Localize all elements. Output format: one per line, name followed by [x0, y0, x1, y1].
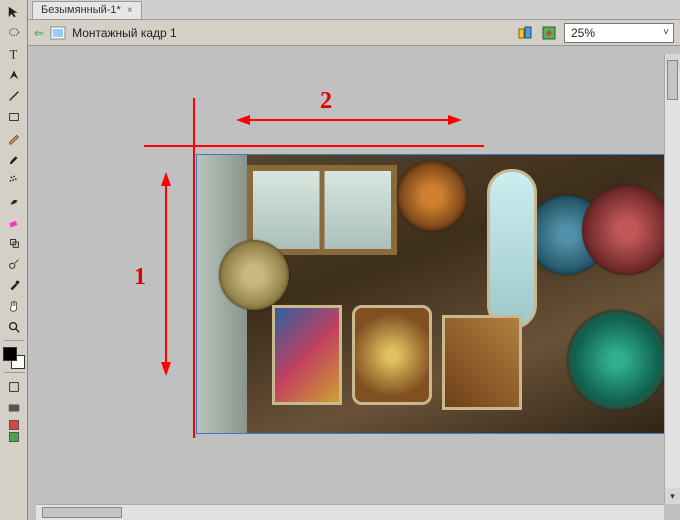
pen-tool[interactable] [3, 65, 25, 85]
close-tab-icon[interactable]: × [127, 5, 133, 16]
pencil-tool[interactable] [3, 128, 25, 148]
hand-tool[interactable] [3, 296, 25, 316]
rectangle-tool[interactable] [3, 107, 25, 127]
annotation-label-1: 1 [134, 264, 146, 291]
tool-separator [3, 372, 25, 374]
breadcrumb-label: Монтажный кадр 1 [72, 26, 177, 40]
document-tab-bar: Безымянный-1* × [28, 0, 680, 20]
move-tool[interactable] [3, 2, 25, 22]
vertical-scrollbar[interactable]: ▴ ▾ [664, 54, 680, 504]
brush-tool[interactable] [3, 149, 25, 169]
frame-icon [50, 26, 66, 40]
zoom-select[interactable]: 25% ˅ [564, 23, 674, 43]
screen-mode-full[interactable] [3, 398, 25, 418]
clone-tool[interactable] [3, 233, 25, 253]
canvas-viewport[interactable]: 1 2 [36, 54, 664, 504]
scroll-down-arrow[interactable]: ▾ [665, 488, 680, 504]
tool-panel: T [0, 0, 28, 520]
spray-tool[interactable] [3, 170, 25, 190]
options-bar: ⇐ Монтажный кадр 1 25% ˅ [28, 20, 680, 46]
view-options-icon[interactable] [540, 24, 558, 42]
zoom-tool[interactable] [3, 317, 25, 337]
dodge-tool[interactable] [3, 254, 25, 274]
color-swatches[interactable] [3, 347, 25, 369]
zoom-value: 25% [571, 26, 595, 40]
lasso-tool[interactable] [3, 23, 25, 43]
screen-mode-normal[interactable] [3, 377, 25, 397]
document-tab[interactable]: Безымянный-1* × [32, 1, 142, 19]
placed-image[interactable] [196, 154, 664, 434]
foreground-color-swatch[interactable] [3, 347, 17, 361]
quickmask-toggle[interactable] [3, 419, 25, 443]
line-tool[interactable] [3, 86, 25, 106]
type-tool[interactable]: T [3, 44, 25, 64]
back-arrow-icon[interactable]: ⇐ [34, 26, 44, 40]
chevron-down-icon: ˅ [663, 27, 669, 38]
canvas-area: 1 2 ▴ ▾ [28, 46, 680, 520]
eraser-tool[interactable] [3, 212, 25, 232]
smudge-tool[interactable] [3, 191, 25, 211]
annotation-label-2: 2 [320, 88, 332, 115]
tool-separator [3, 340, 25, 342]
svg-text:T: T [9, 47, 17, 61]
arrange-icon[interactable] [516, 24, 534, 42]
vertical-scroll-thumb[interactable] [667, 60, 678, 100]
horizontal-scroll-thumb[interactable] [42, 507, 122, 518]
document-tab-title: Безымянный-1* [41, 4, 121, 16]
eyedropper-tool[interactable] [3, 275, 25, 295]
horizontal-scrollbar[interactable] [36, 504, 664, 520]
